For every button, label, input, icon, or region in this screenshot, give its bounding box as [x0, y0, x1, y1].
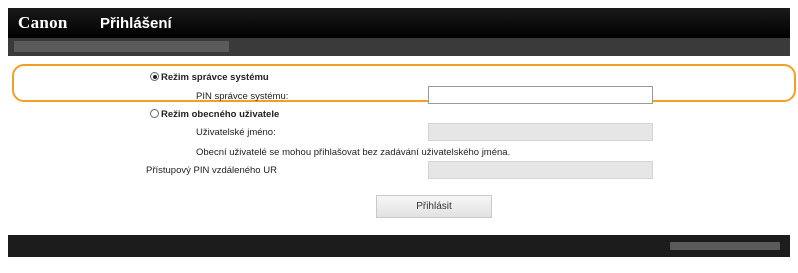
username-input[interactable]: [428, 123, 653, 141]
general-mode-radio[interactable]: [150, 109, 159, 118]
sub-header-bar: [8, 38, 790, 56]
admin-mode-highlight: [12, 64, 796, 102]
admin-pin-input[interactable]: [428, 86, 653, 104]
login-button[interactable]: Přihlásit: [376, 195, 492, 218]
admin-pin-label: PIN správce systému:: [196, 91, 289, 102]
footer-bar: [8, 235, 790, 257]
admin-mode-radio[interactable]: [150, 72, 159, 81]
page-title: Přihlášení: [100, 15, 172, 32]
admin-mode-option[interactable]: Režim správce systému: [150, 72, 269, 83]
username-label: Uživatelské jméno:: [196, 127, 276, 138]
sub-header-text-placeholder: [14, 41, 229, 52]
remote-ui-pin-label: Přístupový PIN vzdáleného UR: [146, 165, 277, 176]
general-user-note: Obecní uživatelé se mohou přihlašovat be…: [196, 147, 511, 158]
footer-text-placeholder: [670, 242, 780, 250]
general-mode-option[interactable]: Režim obecného uživatele: [150, 109, 279, 120]
admin-mode-label: Režim správce systému: [161, 72, 269, 83]
canon-logo: Canon: [18, 13, 68, 32]
login-page: Canon Přihlášení Režim správce systému P…: [8, 0, 796, 273]
remote-ui-pin-input[interactable]: [428, 161, 653, 179]
general-mode-label: Režim obecného uživatele: [161, 109, 280, 120]
header-bar: Canon Přihlášení: [8, 8, 790, 38]
